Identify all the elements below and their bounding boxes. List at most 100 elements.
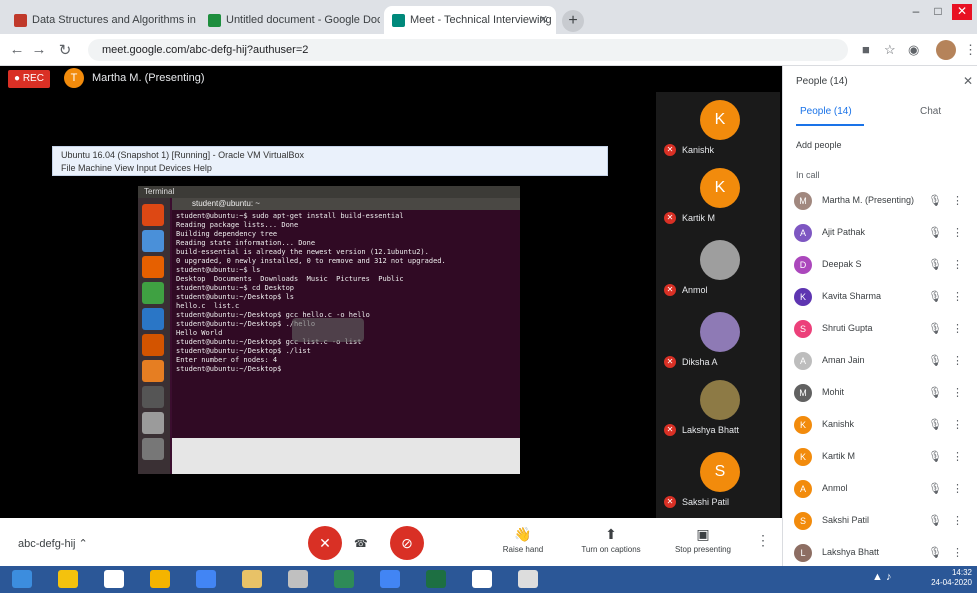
terminal-title-bar: student@ubuntu: ~ (172, 198, 520, 210)
participant-more-icon[interactable]: ⋮ (952, 354, 963, 367)
participant-row[interactable]: K Kartik M 🎙 ⋮ (782, 442, 977, 474)
terminal-line: student@ubuntu:~$ ls (176, 266, 261, 274)
meeting-details-button[interactable]: abc-defg-hij ⌃ (18, 537, 88, 550)
participant-name: Ajit Pathak (822, 227, 866, 237)
mic-muted-icon: ✕ (664, 356, 676, 368)
browser-tab-1[interactable]: Data Structures and Algorithms in (6, 6, 196, 34)
taskbar-app-icon[interactable] (104, 570, 124, 588)
mute-participant-icon[interactable]: 🎙 (928, 450, 942, 463)
leave-call-icon[interactable]: ☎ (354, 537, 368, 550)
stop-presenting-button[interactable]: ▣ Stop presenting (668, 526, 738, 554)
browser-menu-icon[interactable]: ⋮ (964, 42, 977, 58)
tab-close-icon[interactable]: ✕ (539, 13, 548, 26)
participant-row[interactable]: A Ajit Pathak 🎙 ⋮ (782, 218, 977, 250)
participant-avatar: L (794, 544, 812, 562)
participant-more-icon[interactable]: ⋮ (952, 194, 963, 207)
mute-participant-icon[interactable]: 🎙 (928, 546, 942, 559)
virtualbox-window-bar: Ubuntu 16.04 (Snapshot 1) [Running] - Or… (52, 146, 608, 176)
add-people-button[interactable]: Add people (796, 140, 842, 150)
taskbar-app-icon[interactable] (196, 570, 216, 588)
mute-participant-icon[interactable]: 🎙 (928, 258, 942, 271)
mute-participant-icon[interactable]: 🎙 (928, 354, 942, 367)
mute-participant-icon[interactable]: 🎙 (928, 194, 942, 207)
bookmark-star-icon[interactable]: ☆ (884, 42, 896, 58)
taskbar-app-icon[interactable] (518, 570, 538, 588)
recording-badge: ● REC (8, 70, 50, 88)
mute-participant-icon[interactable]: 🎙 (928, 322, 942, 335)
mute-participant-icon[interactable]: 🎙 (928, 386, 942, 399)
participant-more-icon[interactable]: ⋮ (952, 386, 963, 399)
participant-row[interactable]: M Mohit 🎙 ⋮ (782, 378, 977, 410)
participant-row[interactable]: K Kavita Sharma 🎙 ⋮ (782, 282, 977, 314)
mic-muted-icon: ✕ (664, 284, 676, 296)
new-tab-button[interactable]: + (562, 10, 584, 32)
maximize-button[interactable]: □ (928, 4, 948, 20)
participant-more-icon[interactable]: ⋮ (952, 290, 963, 303)
camera-icon[interactable]: ■ (862, 42, 870, 57)
profile-avatar[interactable] (936, 40, 956, 60)
window-close-button[interactable]: ✕ (952, 4, 972, 20)
participant-avatar: M (794, 384, 812, 402)
tab-chat[interactable]: Chat (920, 106, 941, 117)
taskbar-app-icon[interactable] (334, 570, 354, 588)
virtualbox-title: Ubuntu 16.04 (Snapshot 1) [Running] - Or… (61, 150, 304, 160)
participant-more-icon[interactable]: ⋮ (952, 226, 963, 239)
participant-more-icon[interactable]: ⋮ (952, 450, 963, 463)
captions-button[interactable]: ⬆ Turn on captions (576, 526, 646, 554)
terminal-line: student@ubuntu:~/Desktop$ ls (176, 293, 295, 301)
mute-participant-icon[interactable]: 🎙 (928, 482, 942, 495)
participant-more-icon[interactable]: ⋮ (952, 258, 963, 271)
taskbar-app-icon[interactable] (242, 570, 262, 588)
reload-icon[interactable]: ↻ (56, 41, 74, 59)
taskbar-app-icon[interactable] (426, 570, 446, 588)
participant-name: Kavita Sharma (822, 291, 882, 301)
browser-tab-2[interactable]: Untitled document - Google Docs (200, 6, 380, 34)
tab-favicon-icon (208, 14, 221, 27)
participant-row[interactable]: A Anmol 🎙 ⋮ (782, 474, 977, 506)
participant-name: Shruti Gupta (822, 323, 873, 333)
camera-off-button[interactable]: ⊘ (390, 526, 424, 560)
participant-more-icon[interactable]: ⋮ (952, 418, 963, 431)
participant-more-icon[interactable]: ⋮ (952, 514, 963, 527)
participant-more-icon[interactable]: ⋮ (952, 482, 963, 495)
taskbar-app-icon[interactable] (12, 570, 32, 588)
taskbar-app-icon[interactable] (58, 570, 78, 588)
taskbar-app-icon[interactable] (380, 570, 400, 588)
browser-tab-3-active[interactable]: Meet - Technical Interviewing ✕ (384, 6, 556, 34)
participant-row[interactable]: D Deepak S 🎙 ⋮ (782, 250, 977, 282)
mute-participant-icon[interactable]: 🎙 (928, 418, 942, 431)
extension-icon[interactable]: ◉ (908, 42, 919, 58)
mute-participant-icon[interactable]: 🎙 (928, 290, 942, 303)
mute-participant-icon[interactable]: 🎙 (928, 514, 942, 527)
participant-row[interactable]: A Aman Jain 🎙 ⋮ (782, 346, 977, 378)
mic-off-button[interactable]: ✕ (308, 526, 342, 560)
close-panel-icon[interactable]: ✕ (963, 74, 973, 88)
ubuntu-dash-icon (142, 204, 164, 226)
ubuntu-launcher (138, 198, 170, 474)
more-options-icon[interactable]: ⋮ (756, 532, 770, 549)
tab-label: Untitled document - Google Docs (226, 14, 380, 26)
system-tray[interactable]: ▲ ♪ (872, 571, 891, 583)
minimize-button[interactable]: – (906, 4, 926, 20)
participant-row[interactable]: S Sakshi Patil 🎙 ⋮ (782, 506, 977, 538)
taskbar-app-icon[interactable] (288, 570, 308, 588)
forward-icon[interactable]: → (30, 41, 48, 58)
tab-label: Meet - Technical Interviewing (410, 14, 552, 26)
participant-row[interactable]: K Kanishk 🎙 ⋮ (782, 410, 977, 442)
participant-row[interactable]: S Shruti Gupta 🎙 ⋮ (782, 314, 977, 346)
writer-icon (142, 308, 164, 330)
participant-row[interactable]: M Martha M. (Presenting) 🎙 ⋮ (782, 186, 977, 218)
url-input[interactable]: meet.google.com/abc-defg-hij?authuser=2 (88, 39, 848, 61)
raise-hand-button[interactable]: 👋 Raise hand (488, 526, 558, 554)
taskbar-app-icon[interactable] (472, 570, 492, 588)
mic-muted-icon: ✕ (664, 496, 676, 508)
participant-more-icon[interactable]: ⋮ (952, 322, 963, 335)
back-icon[interactable]: ← (8, 41, 26, 58)
taskbar-app-icon[interactable] (150, 570, 170, 588)
tab-people[interactable]: People (14) (800, 106, 852, 117)
presenter-label: Martha M. (Presenting) (92, 72, 205, 84)
participant-more-icon[interactable]: ⋮ (952, 546, 963, 559)
participant-name: Kartik M (822, 451, 856, 461)
mute-participant-icon[interactable]: 🎙 (928, 226, 942, 239)
tab-label: Data Structures and Algorithms in (32, 14, 196, 26)
